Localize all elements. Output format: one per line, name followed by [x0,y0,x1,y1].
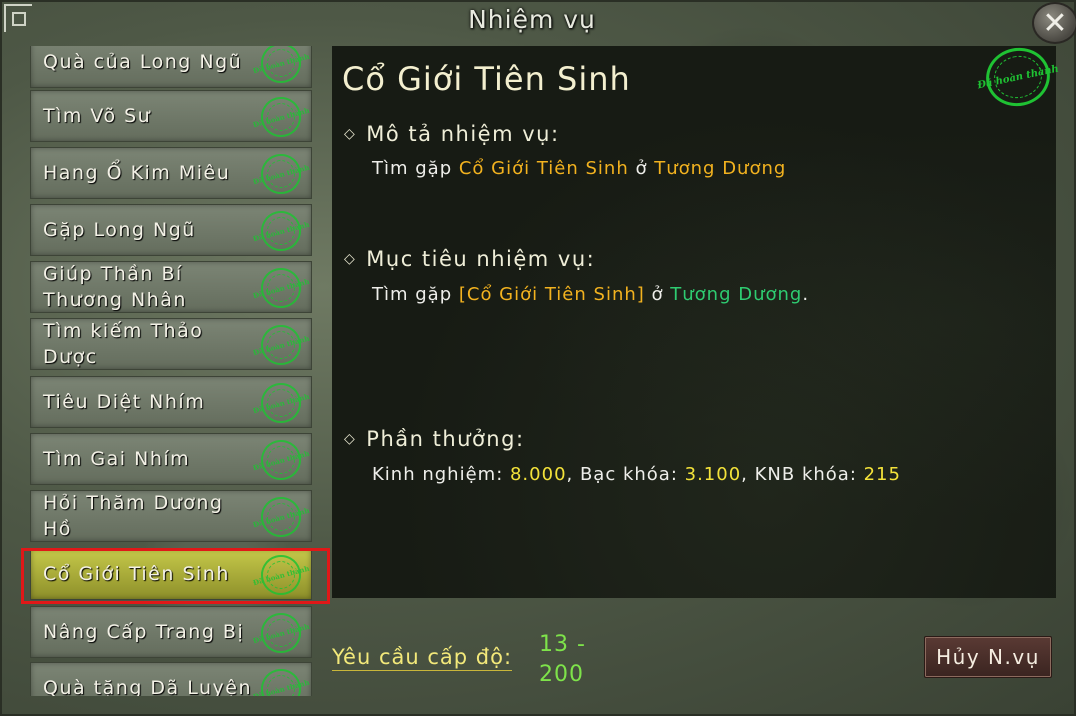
knb-value: 215 [863,464,901,485]
diamond-bullet-icon: ◇ [344,126,357,142]
completed-stamp-icon: Đã hoàn thành [976,41,1060,113]
quest-item-label: Tìm kiếm Thảo Dược [43,320,204,368]
completed-stamp-icon: Đã hoàn thành [252,206,310,256]
quest-list-item[interactable]: Tiêu Diệt Nhím Đã hoàn thành [30,376,312,428]
npc-link[interactable]: [Cổ Giới Tiên Sinh] [459,284,645,305]
quest-list-item[interactable]: Nâng Cấp Trang Bị Đã hoàn thành [30,606,312,658]
level-requirement-value: 13 - 200 [539,632,586,687]
quest-item-label: Gặp Long Ngũ [43,219,196,241]
objective-heading: ◇ Mục tiêu nhiệm vụ: [344,247,596,271]
npc-link[interactable]: Cổ Giới Tiên Sinh [459,158,629,179]
title-bar: Nhiệm vụ [32,2,1032,36]
quest-item-label: Quà tặng Dã Luyện [43,677,252,696]
completed-stamp-icon: Đã hoàn thành [252,435,310,485]
quest-item-label: Nâng Cấp Trang Bị [43,621,245,643]
diamond-bullet-icon: ◇ [344,251,357,267]
close-button[interactable]: ✕ [1032,2,1076,44]
quest-item-label: Hỏi Thăm Dương Hồ [43,492,224,540]
quest-list-item[interactable]: Tìm kiếm Thảo Dược Đã hoàn thành [30,318,312,370]
quest-list-item[interactable]: Tìm Gai Nhím Đã hoàn thành [30,433,312,485]
quest-window: Nhiệm vụ ✕ Quà của Long Ngũ Đã hoàn thàn… [0,0,1076,716]
quest-list-item[interactable]: Gặp Long Ngũ Đã hoàn thành [30,204,312,256]
completed-stamp-icon: Đã hoàn thành [252,46,310,88]
exp-value: 8.000 [509,464,567,485]
rewards-heading: ◇ Phần thưởng: [344,427,525,451]
quest-detail-panel: Cổ Giới Tiên Sinh Đã hoàn thành ◇ Mô tả n… [332,41,1060,598]
quest-list-item[interactable]: Quà của Long Ngũ Đã hoàn thành [30,46,312,88]
completed-stamp-icon: Đã hoàn thành [252,492,310,542]
quest-list-item-selected[interactable]: Cổ Giới Tiên Sinh Đã hoàn thành [30,548,312,600]
quest-item-label: Hang Ổ Kim Miêu [43,162,231,184]
quest-item-label: Giúp Thần Bí Thương Nhân [43,263,187,311]
completed-stamp-icon: Đã hoàn thành [252,550,310,600]
quest-item-label: Cổ Giới Tiên Sinh [43,563,230,585]
cancel-quest-button[interactable]: Hủy N.vụ [924,636,1052,678]
quest-list[interactable]: Quà của Long Ngũ Đã hoàn thành Tìm Võ Sư… [30,46,314,696]
location-link[interactable]: Tương Dương [670,284,802,305]
quest-list-item[interactable]: Hang Ổ Kim Miêu Đã hoàn thành [30,147,312,199]
silver-value: 3.100 [684,464,742,485]
quest-list-item[interactable]: Giúp Thần Bí Thương Nhân Đã hoàn thành [30,261,312,313]
quest-item-label: Tìm Võ Sư [43,105,152,127]
quest-title: Cổ Giới Tiên Sinh [342,60,631,98]
objective-text: Tìm gặp [Cổ Giới Tiên Sinh] ở Tương Dươn… [372,284,810,305]
diamond-bullet-icon: ◇ [344,431,357,447]
completed-stamp-icon: Đã hoàn thành [252,320,310,370]
window-title: Nhiệm vụ [468,4,596,34]
completed-stamp-icon: Đã hoàn thành [252,149,310,199]
completed-stamp-icon: Đã hoàn thành [252,263,310,313]
quest-item-label: Tìm Gai Nhím [43,448,191,470]
location-link[interactable]: Tương Dương [654,158,786,179]
completed-stamp-icon: Đã hoàn thành [252,378,310,428]
completed-stamp-icon: Đã hoàn thành [252,608,310,658]
completed-stamp-icon: Đã hoàn thành [252,664,310,696]
quest-list-item[interactable]: Hỏi Thăm Dương Hồ Đã hoàn thành [30,490,312,542]
close-icon: ✕ [1042,5,1068,41]
completed-stamp-icon: Đã hoàn thành [252,92,310,142]
description-text: Tìm gặp Cổ Giới Tiên Sinh ở Tương Dương [372,158,787,179]
quest-item-label: Tiêu Diệt Nhím [43,391,206,413]
quest-list-item[interactable]: Quà tặng Dã Luyện Đã hoàn thành [30,662,312,696]
level-requirement-label: Yêu cầu cấp độ: [332,645,513,671]
corner-ornament-icon [4,4,32,32]
description-heading: ◇ Mô tả nhiệm vụ: [344,122,560,146]
quest-list-item[interactable]: Tìm Võ Sư Đã hoàn thành [30,90,312,142]
rewards-text: Kinh nghiệm: 8.000, Bạc khóa: 3.100, KNB… [372,464,901,485]
quest-item-label: Quà của Long Ngũ [43,51,243,73]
